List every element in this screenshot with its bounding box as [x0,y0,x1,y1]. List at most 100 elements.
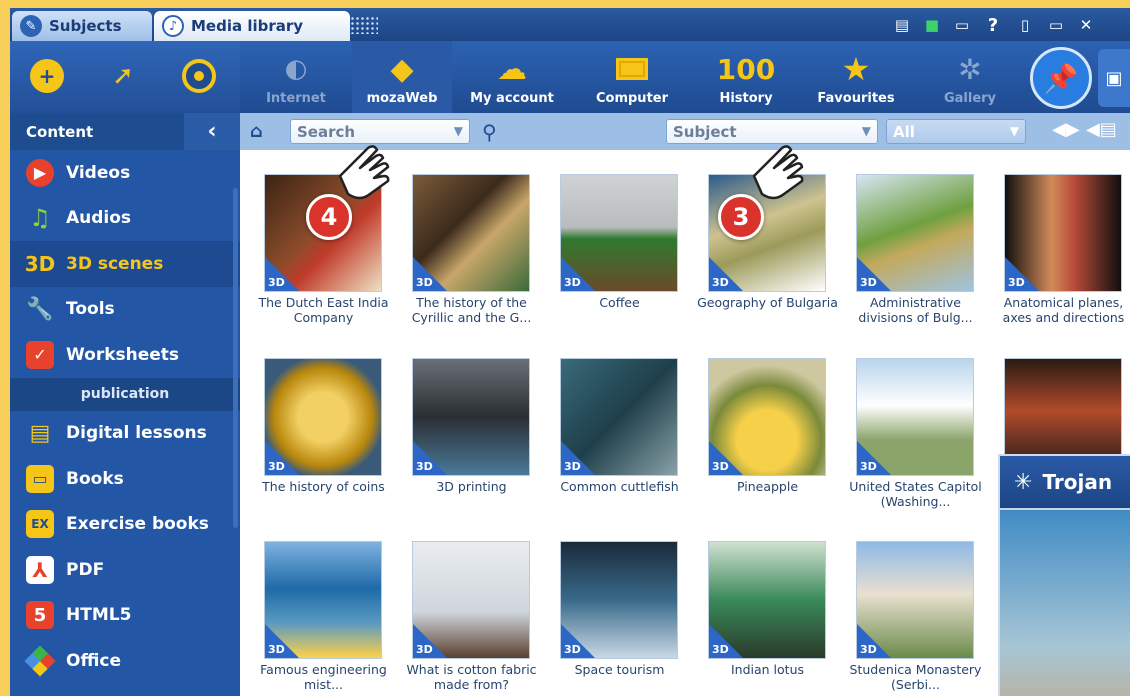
loading-spinner-icon: ✳ [1014,469,1033,495]
close-icon[interactable]: ✕ [1076,15,1096,35]
media-thumbnail[interactable]: 3D [412,174,530,292]
sort-toggle-icon[interactable]: ◀▶ ◀▤ [1052,119,1117,140]
nav-favourites[interactable]: ★ Favourites [806,41,906,113]
sidebar-item-exercise-books[interactable]: EX Exercise books [10,502,240,548]
search-icon[interactable]: ⚲ [482,120,497,144]
media-thumbnail[interactable]: 3D [708,541,826,659]
media-thumbnail[interactable]: 3D [856,541,974,659]
help-icon[interactable]: ? [982,15,1004,36]
sidebar-item-3d-scenes[interactable]: 3D 3D scenes [10,241,240,287]
media-thumbnail[interactable]: 3D [412,358,530,476]
3d-badge-label: 3D [860,460,877,473]
office-icon [24,645,56,677]
sidebar-item-videos[interactable]: ▶ Videos [10,150,240,196]
sidebar-item-label: Worksheets [66,344,180,365]
home-icon[interactable]: ⌂ [250,121,274,143]
3d-badge-label: 3D [564,276,581,289]
sidebar-item-office[interactable]: Office [10,638,240,684]
media-thumbnail[interactable]: 3D [412,541,530,659]
nav-favourites-label: Favourites [817,91,895,106]
media-thumbnail[interactable]: 3D [708,358,826,476]
filter-select[interactable]: All ▼ [886,119,1026,144]
sidebar-item-label: Videos [66,162,131,183]
maximize-icon[interactable]: ▭ [1044,15,1068,35]
media-title[interactable]: Studenica Monastery (Serbi... [842,662,989,692]
chevron-down-icon: ▼ [1009,124,1019,138]
layout-icon[interactable]: ▤ [888,15,916,35]
target-icon[interactable] [182,59,216,93]
media-title[interactable]: The Dutch East India Company [250,295,397,325]
media-title[interactable]: Administrative divisions of Bulg... [842,295,989,325]
app-window: ✎ Subjects ♪ Media library ▤ ■ ▭ ? ▯ ▭ ✕… [10,8,1130,696]
screen-icon[interactable]: ▭ [950,15,974,35]
nav-my-account[interactable]: ☁ My account [462,41,562,113]
media-title[interactable]: Common cuttlefish [546,479,693,494]
sidebar-item-tools[interactable]: 🔧 Tools [10,287,240,333]
picture-menu-icon[interactable]: ▣ [1098,49,1130,107]
title-bar: ✎ Subjects ♪ Media library ▤ ■ ▭ ? ▯ ▭ ✕ [10,8,1130,41]
media-title[interactable]: United States Capitol (Washing... [842,479,989,509]
star-icon: ★ [841,50,871,88]
media-title[interactable]: Geography of Bulgaria [694,295,841,310]
media-thumbnail[interactable]: 3D [560,358,678,476]
checklist-icon: ✓ [26,340,54,369]
quick-actions: + ➚ [10,41,240,113]
sidebar-item-pdf[interactable]: ⅄ PDF [10,547,240,593]
media-title[interactable]: Coffee [546,295,693,310]
popup-window[interactable]: ✳ Trojan [998,454,1130,696]
media-thumbnail[interactable]: 3D [856,174,974,292]
sidebar-scrollbar[interactable] [233,188,238,528]
media-title[interactable]: Famous engineering mist... [250,662,397,692]
tab-subjects[interactable]: ✎ Subjects [12,11,152,41]
html5-icon: 5 [26,601,54,630]
sidebar-item-html5[interactable]: 5 HTML5 [10,593,240,639]
nav-history[interactable]: 100 History [696,41,796,113]
nav-computer[interactable]: Computer [582,41,682,113]
sidebar-item-books[interactable]: ▭ Books [10,456,240,502]
nav-mozaweb[interactable]: ◆ mozaWeb [352,41,452,113]
sidebar-item-label: Exercise books [66,514,209,535]
globe-cursor-icon: ◐ [284,54,308,84]
sidebar-section-publication: publication [10,377,240,411]
media-thumbnail[interactable]: 3D [1004,174,1122,292]
sidebar-item-label: PDF [66,559,105,580]
sidebar-item-label: HTML5 [66,605,132,626]
pinwheel-icon: ✲ [958,52,982,86]
media-title[interactable]: 3D printing [398,479,545,494]
main-toolbar: + ➚ ◐ Internet ◆ mozaWeb ☁ My account Co… [10,41,1130,113]
tab-media-library[interactable]: ♪ Media library [154,11,350,41]
media-title[interactable]: What is cotton fabric made from? [398,662,545,692]
3d-badge-label: 3D [564,460,581,473]
sidebar-item-digital-lessons[interactable]: ▤ Digital lessons [10,411,240,457]
sidebar-item-worksheets[interactable]: ✓ Worksheets [10,332,240,378]
grid-dots-icon[interactable] [350,16,378,34]
sidebar-item-label: Digital lessons [66,423,207,444]
media-thumbnail[interactable]: 3D [264,541,382,659]
3d-badge-label: 3D [1008,276,1025,289]
media-title[interactable]: Space tourism [546,662,693,677]
3d-badge-label: 3D [564,643,581,656]
pdf-icon: ⅄ [26,555,54,584]
restore-icon[interactable]: ▯ [1014,15,1036,35]
media-title[interactable]: Indian lotus [694,662,841,677]
pin-icon[interactable]: 📌 [1030,47,1092,109]
media-thumbnail[interactable]: 3D [856,358,974,476]
media-title[interactable]: The history of the Cyrillic and the G... [398,295,545,325]
nav-gallery[interactable]: ✲ Gallery [920,41,1020,113]
media-title[interactable]: The history of coins [250,479,397,494]
media-thumbnail[interactable]: 3D [264,358,382,476]
rocket-icon[interactable]: ➚ [106,59,140,93]
green-square-icon[interactable]: ■ [922,15,942,35]
plus-icon[interactable]: + [30,59,64,93]
media-library-icon: ♪ [162,15,184,37]
media-title[interactable]: Pineapple [694,479,841,494]
media-title[interactable]: Anatomical planes, axes and directions [990,295,1130,325]
media-thumbnail[interactable]: 3D [560,174,678,292]
3d-badge-label: 3D [268,276,285,289]
pointing-hand-icon [330,136,400,206]
nav-computer-label: Computer [595,91,669,106]
chevron-left-icon[interactable]: ‹ [184,113,240,150]
nav-internet[interactable]: ◐ Internet [246,41,346,113]
sidebar-item-audios[interactable]: ♫ Audios [10,196,240,242]
media-thumbnail[interactable]: 3D [560,541,678,659]
